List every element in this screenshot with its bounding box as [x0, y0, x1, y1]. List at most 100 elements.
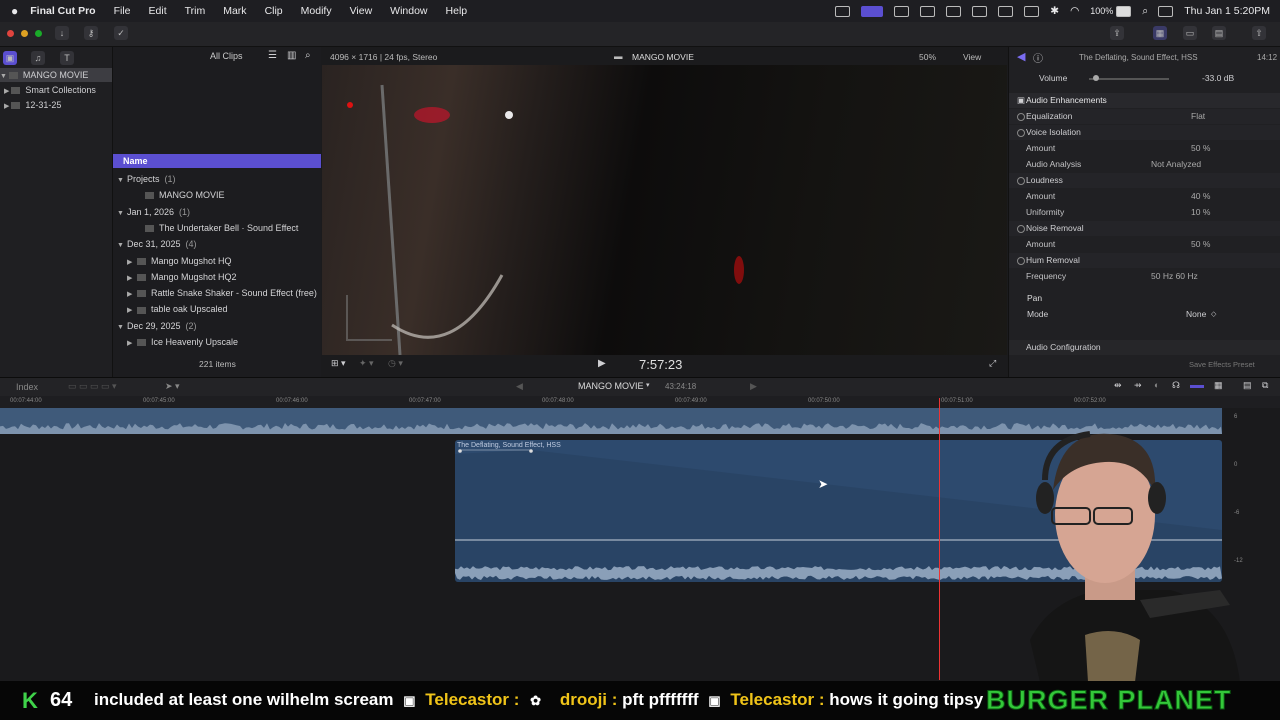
control-center-icon[interactable] [1158, 5, 1174, 17]
menu-modify[interactable]: Modify [301, 5, 332, 17]
import-icon[interactable]: ↓ [55, 26, 69, 40]
menu-clip[interactable]: Clip [265, 5, 283, 17]
checkmark-icon[interactable]: ✓ [114, 26, 128, 40]
skimming-icon[interactable]: ⇹ [1114, 380, 1122, 391]
video-viewer[interactable] [322, 65, 1007, 355]
menu-mark[interactable]: Mark [223, 5, 246, 17]
clip-height-icon[interactable]: ▭ ▭ ▭ ▭ ▾ [68, 381, 117, 392]
audio-configuration-header[interactable]: Audio Configuration [1009, 340, 1280, 355]
disclosure-closed-icon[interactable]: ▶ [127, 255, 137, 270]
library-item[interactable]: ▼ MANGO MOVIE [0, 68, 112, 82]
fullscreen-icon[interactable]: ⤢ [989, 358, 996, 369]
close-window-button[interactable] [7, 30, 14, 37]
disclosure-closed-icon[interactable]: ▶ [127, 336, 137, 351]
save-effects-preset-button[interactable]: Save Effects Preset [1189, 360, 1255, 369]
playhead[interactable] [939, 398, 940, 680]
layout-icon[interactable]: ▦ [1153, 26, 1167, 40]
display-icon[interactable] [1024, 5, 1040, 17]
back-arrow-icon[interactable]: ◀ [516, 381, 523, 392]
app-menu[interactable]: Final Cut Pro [30, 5, 95, 17]
headphones-icon[interactable]: ☊ [1172, 380, 1180, 391]
forward-arrow-icon[interactable]: ▶ [750, 381, 757, 392]
chevron-down-icon[interactable]: ▾ [646, 381, 650, 389]
browser-row[interactable]: ▼ Dec 31, 2025 (4) [117, 237, 197, 252]
enable-checkbox[interactable] [1017, 113, 1025, 121]
libraries-icon[interactable]: ▣ [3, 51, 17, 65]
share-export-icon[interactable]: ⇧ [1252, 26, 1266, 40]
browser-row[interactable]: ▶ Mango Mugshot HQ2 [127, 270, 237, 285]
volume-icon[interactable] [972, 5, 988, 17]
globe-icon[interactable] [920, 5, 936, 17]
menu-help[interactable]: Help [446, 5, 468, 17]
speed-icon[interactable]: ◷ ▾ [388, 358, 403, 369]
enable-checkbox[interactable] [1017, 257, 1025, 265]
key-icon[interactable]: ⚷ [84, 26, 98, 40]
battery-percent[interactable]: 100% [1090, 6, 1113, 16]
transitions-browser-icon[interactable]: ⧉ [1262, 380, 1268, 391]
effects-browser-icon[interactable]: ▤ [1243, 380, 1252, 391]
pan-mode-popup[interactable]: None [1186, 307, 1206, 322]
inspector-row-value[interactable]: 50 Hz 60 Hz [1151, 269, 1198, 284]
column-header-name[interactable]: Name [113, 154, 321, 168]
battery-icon[interactable] [1116, 5, 1132, 17]
search-icon[interactable]: ⌕ [1142, 5, 1148, 18]
share-icon[interactable]: ⇪ [1110, 26, 1124, 40]
apple-icon[interactable]: ● [11, 4, 18, 18]
browser-row[interactable]: ▶ Ice Heavenly Upscale [127, 335, 238, 350]
select-tool-icon[interactable]: ➤ ▾ [165, 381, 180, 392]
timecode-display[interactable]: 7:57:23 [639, 357, 682, 372]
inspector-row-value[interactable]: Flat [1191, 109, 1205, 124]
browser-row[interactable]: ▼ Projects (1) [117, 172, 176, 187]
list-view-icon[interactable]: ☰ [268, 50, 277, 61]
bluetooth-icon[interactable]: ✱ [1050, 5, 1059, 17]
browser-row[interactable]: ▼ Jan 1, 2026 (1) [117, 205, 190, 220]
section-toggle-icon[interactable]: ▣ [1017, 93, 1025, 108]
disclosure-closed-icon[interactable]: ▶ [127, 303, 137, 318]
inspector-row-value[interactable]: 50 % [1191, 237, 1210, 252]
menu-edit[interactable]: Edit [149, 5, 167, 17]
status-icon[interactable] [835, 5, 851, 17]
browser-row[interactable]: ▼ Dec 29, 2025 (2) [117, 319, 197, 334]
inspector-row-value[interactable]: 40 % [1191, 189, 1210, 204]
disclosure-open-icon[interactable]: ▼ [117, 173, 127, 188]
status-icon[interactable] [894, 5, 910, 17]
search-icon[interactable]: ⌕ [305, 50, 311, 61]
menu-view[interactable]: View [350, 5, 373, 17]
browser-row[interactable]: MANGO MOVIE [135, 188, 225, 203]
inspector-row-value[interactable]: Not Analyzed [1151, 157, 1201, 172]
clip-appearance-icon[interactable]: ▥ [287, 50, 296, 61]
menu-file[interactable]: File [114, 5, 131, 17]
enhance-icon[interactable]: ✦ ▾ [359, 358, 374, 369]
minimize-window-button[interactable] [21, 30, 28, 37]
inspector-row-value[interactable]: 10 % [1191, 205, 1210, 220]
volume-slider[interactable] [1089, 78, 1169, 80]
audio-enhancements-header[interactable]: ▣ Audio Enhancements [1009, 93, 1280, 108]
titles-icon[interactable]: T [60, 51, 74, 65]
inspector-row-value[interactable]: 50 % [1191, 141, 1210, 156]
disclosure-closed-icon[interactable]: ▶ [127, 271, 137, 286]
timeline-toggle-icon[interactable]: ▭ [1183, 26, 1197, 40]
volume-knob[interactable] [1093, 75, 1099, 81]
library-item[interactable]: ▶ Smart Collections [4, 83, 96, 97]
solo-icon[interactable]: ◐ [1154, 380, 1159, 390]
index-button[interactable]: Index [16, 382, 38, 392]
screen-record-icon[interactable] [861, 5, 884, 17]
play-button[interactable]: ▶ [598, 358, 606, 369]
audio-skimming-icon[interactable]: ⇸ [1134, 380, 1142, 391]
disclosure-open-icon[interactable]: ▼ [117, 320, 127, 335]
snapping-icon[interactable] [1190, 385, 1204, 388]
enable-checkbox[interactable] [1017, 225, 1025, 233]
disclosure-open-icon[interactable]: ▼ [117, 238, 127, 253]
keyboard-icon[interactable] [998, 5, 1014, 17]
transform-icon[interactable]: ⊞ ▾ [331, 358, 346, 369]
status-icon[interactable] [946, 5, 962, 17]
info-inspector-tab-icon[interactable]: ⓘ [1033, 50, 1043, 65]
view-menu[interactable]: View [963, 52, 981, 62]
audio-inspector-tab-icon[interactable]: ◀ [1017, 50, 1025, 63]
browser-row[interactable]: ▶ Rattle Snake Shaker - Sound Effect (fre… [127, 286, 317, 301]
library-item[interactable]: ▶ 12-31-25 [4, 98, 61, 112]
menu-window[interactable]: Window [390, 5, 427, 17]
wifi-icon[interactable]: ◠ [1070, 5, 1079, 17]
browser-row[interactable]: The Undertaker Bell · Sound Effect [135, 221, 298, 236]
enable-checkbox[interactable] [1017, 177, 1025, 185]
